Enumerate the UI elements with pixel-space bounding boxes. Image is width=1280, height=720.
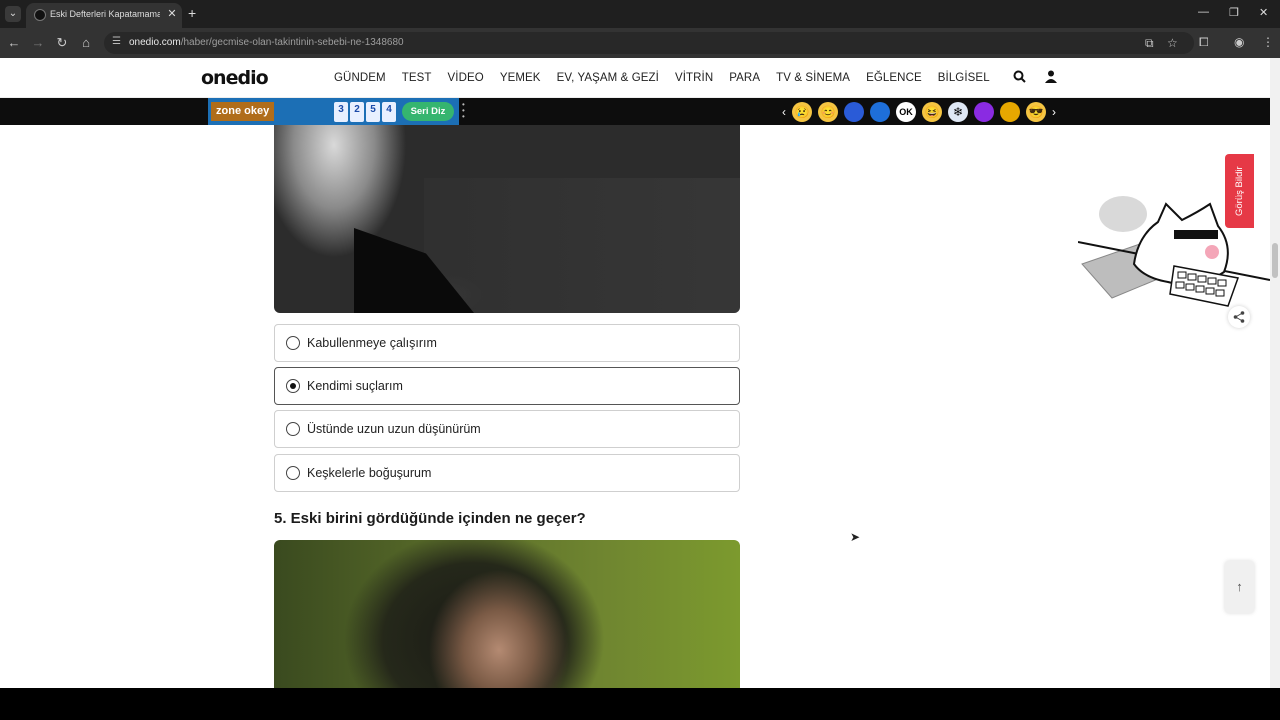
menu-item-eglence[interactable]: EĞLENCE bbox=[866, 72, 922, 84]
forward-icon[interactable]: → bbox=[30, 35, 46, 50]
menu-kebab-icon[interactable]: ⋮ bbox=[1262, 35, 1274, 49]
option-label: Keşkelerle boğuşurum bbox=[307, 466, 432, 480]
tab-bar: ⌄ Eski Defterleri Kapatamamanın ✕ + — ❐ … bbox=[0, 0, 1280, 28]
browser-chrome: ⌄ Eski Defterleri Kapatamamanın ✕ + — ❐ … bbox=[0, 0, 1280, 58]
tab-search-button[interactable]: ⌄ bbox=[5, 6, 21, 22]
smile-emoji-icon[interactable]: 😊 bbox=[818, 102, 838, 122]
site-info-icon[interactable]: ☰ bbox=[112, 36, 121, 47]
option-label: Kendimi suçlarım bbox=[307, 379, 403, 393]
url-path: /haber/gecmise-olan-takintinin-sebebi-ne… bbox=[180, 37, 404, 48]
ad-logo: zone okey bbox=[211, 102, 275, 121]
reload-icon[interactable]: ↻ bbox=[54, 35, 70, 51]
emoji-strip: ‹ 😢 😊 OK 😆 ❄ 😎 › bbox=[782, 102, 1056, 122]
address-bar[interactable]: ☰ onedio.com/haber/gecmise-olan-takintin… bbox=[104, 32, 1194, 54]
back-icon[interactable]: ← bbox=[6, 35, 22, 50]
home-icon[interactable]: ⌂ bbox=[78, 35, 94, 50]
restore-icon[interactable]: ❐ bbox=[1229, 6, 1239, 19]
mouse-cursor-icon: ➤ bbox=[850, 530, 861, 544]
radio-button[interactable] bbox=[286, 379, 300, 393]
browser-toolbar: ← → ↻ ⌂ ☰ onedio.com/haber/gecmise-olan-… bbox=[0, 28, 1280, 58]
taskbar-strip bbox=[0, 688, 1280, 720]
option-label: Üstünde uzun uzun düşünürüm bbox=[307, 422, 481, 436]
cool-emoji-icon[interactable]: 😎 bbox=[1026, 102, 1046, 122]
purple-badge-icon[interactable] bbox=[974, 102, 994, 122]
active-tab[interactable]: Eski Defterleri Kapatamamanın ✕ bbox=[26, 3, 182, 28]
scrollbar-thumb[interactable] bbox=[1272, 243, 1278, 278]
scroll-to-top-button[interactable]: ↑ bbox=[1225, 561, 1254, 613]
blue-badge-icon[interactable] bbox=[870, 102, 890, 122]
gold-badge-icon[interactable] bbox=[1000, 102, 1020, 122]
radio-button[interactable] bbox=[286, 336, 300, 350]
quiz-option[interactable]: Üstünde uzun uzun düşünürüm bbox=[274, 410, 740, 448]
user-icon[interactable] bbox=[1045, 70, 1057, 86]
radio-button[interactable] bbox=[286, 422, 300, 436]
article-content: Kabullenmeye çalışırım Kendimi suçlarım … bbox=[274, 58, 740, 688]
quiz-option[interactable]: Kendimi suçlarım bbox=[274, 367, 740, 405]
snowflake-badge-icon[interactable]: ❄ bbox=[948, 102, 968, 122]
page-scrollbar[interactable] bbox=[1270, 58, 1280, 688]
chevron-left-icon[interactable]: ‹ bbox=[782, 105, 786, 119]
web-page: onedio GÜNDEM TEST VİDEO YEMEK EV, YAŞAM… bbox=[0, 58, 1270, 688]
new-tab-button[interactable]: + bbox=[188, 5, 196, 21]
install-app-icon[interactable]: ⧉ bbox=[1145, 36, 1154, 51]
search-icon[interactable] bbox=[1013, 70, 1026, 86]
site-logo[interactable]: onedio bbox=[201, 67, 269, 89]
tab-title: Eski Defterleri Kapatamamanın bbox=[50, 9, 160, 19]
question-title: 5. Eski birini gördüğünde içinden ne geç… bbox=[274, 510, 586, 527]
blue-badge-icon[interactable] bbox=[844, 102, 864, 122]
ok-badge-icon[interactable]: OK bbox=[896, 102, 916, 122]
question-image-shade bbox=[424, 178, 740, 313]
favicon-icon bbox=[34, 9, 46, 21]
share-icon[interactable] bbox=[1228, 306, 1250, 328]
profile-icon[interactable]: ◉ bbox=[1234, 35, 1244, 49]
extensions-icon[interactable]: ⧠ bbox=[1199, 35, 1209, 50]
bookmark-star-icon[interactable]: ☆ bbox=[1167, 36, 1178, 50]
option-label: Kabullenmeye çalışırım bbox=[307, 336, 437, 350]
chevron-right-icon[interactable]: › bbox=[1052, 105, 1056, 119]
menu-item-tv-sinema[interactable]: TV & SİNEMA bbox=[776, 72, 850, 84]
window-close-icon[interactable]: ✕ bbox=[1259, 6, 1268, 19]
tab-close-button[interactable]: ✕ bbox=[166, 7, 178, 20]
quiz-option[interactable]: Kabullenmeye çalışırım bbox=[274, 324, 740, 362]
url-host: onedio.com bbox=[129, 37, 181, 48]
radio-button[interactable] bbox=[286, 466, 300, 480]
feedback-label[interactable]: Görüş Bildir bbox=[1225, 154, 1254, 228]
menu-item-bilgisel[interactable]: BİLGİSEL bbox=[938, 72, 990, 84]
minimize-icon[interactable]: — bbox=[1198, 6, 1209, 18]
sad-emoji-icon[interactable]: 😢 bbox=[792, 102, 812, 122]
quiz-option[interactable]: Keşkelerle boğuşurum bbox=[274, 454, 740, 492]
laugh-emoji-icon[interactable]: 😆 bbox=[922, 102, 942, 122]
question-image bbox=[274, 540, 740, 688]
